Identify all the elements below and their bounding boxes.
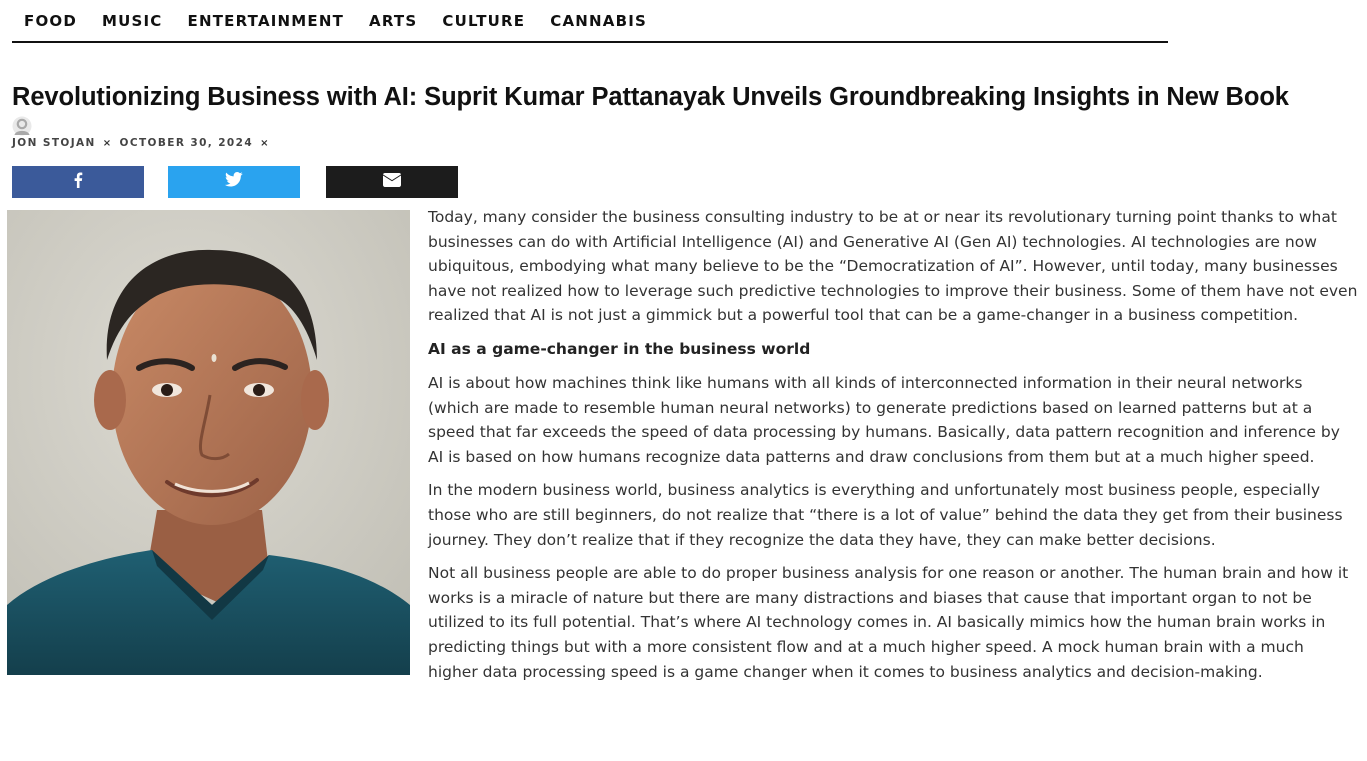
facebook-icon	[73, 172, 83, 193]
author-avatar-icon[interactable]	[12, 116, 32, 136]
article-title: Revolutionizing Business with AI: Suprit…	[12, 83, 1289, 111]
article-paragraph: In the modern business world, business a…	[428, 481, 1343, 549]
article-body: Today, many consider the business consul…	[428, 205, 1358, 693]
nav-item-music[interactable]: MUSIC	[102, 2, 163, 40]
nav-item-entertainment[interactable]: ENTERTAINMENT	[188, 2, 345, 40]
twitter-icon	[225, 172, 243, 192]
top-navigation: FOOD MUSIC ENTERTAINMENT ARTS CULTURE CA…	[12, 0, 1168, 43]
share-facebook-button[interactable]	[12, 166, 144, 198]
author-photo	[7, 210, 410, 675]
share-twitter-button[interactable]	[168, 166, 300, 198]
meta-separator: ×	[260, 137, 270, 149]
nav-item-cannabis[interactable]: CANNABIS	[550, 2, 647, 40]
envelope-icon	[383, 172, 401, 192]
nav-item-culture[interactable]: CULTURE	[442, 2, 525, 40]
share-email-button[interactable]	[326, 166, 458, 198]
nav-item-arts[interactable]: ARTS	[369, 2, 417, 40]
article-paragraph: Today, many consider the business consul…	[428, 208, 1358, 325]
publish-date[interactable]: OCTOBER 30, 2024	[120, 137, 254, 149]
author-name[interactable]: JON STOJAN	[12, 137, 96, 149]
article-subheading: AI as a game-changer in the business wor…	[428, 339, 811, 358]
meta-separator: ×	[102, 137, 113, 149]
article-paragraph: AI is about how machines think like huma…	[428, 373, 1340, 466]
article-meta: JON STOJAN × OCTOBER 30, 2024 ×	[12, 137, 277, 149]
nav-item-food[interactable]: FOOD	[24, 2, 77, 40]
article-paragraph: Not all business people are able to do p…	[428, 564, 1349, 681]
